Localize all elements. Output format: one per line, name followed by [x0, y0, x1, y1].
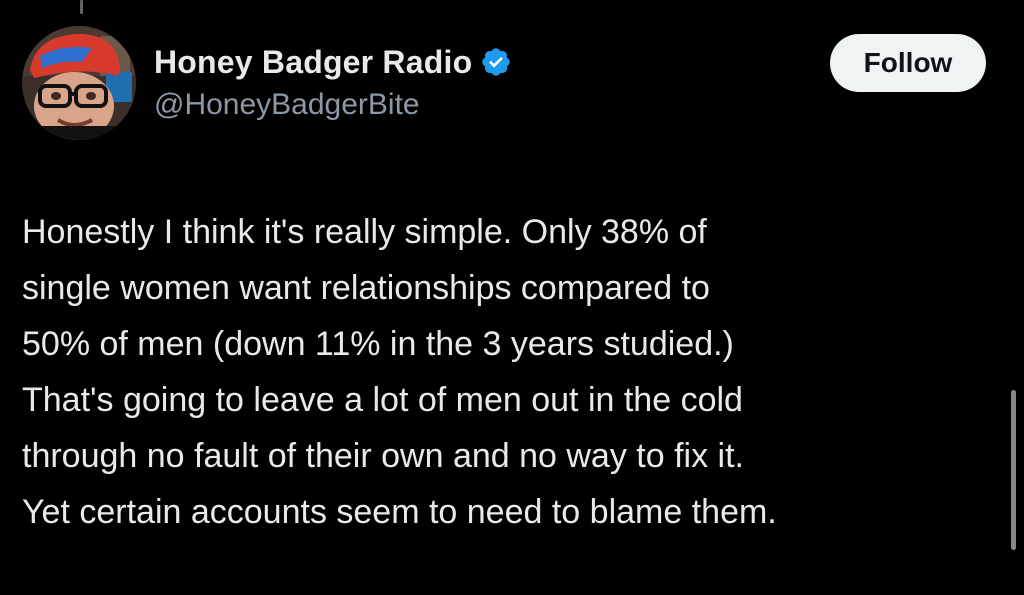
tweet-header: Honey Badger Radio @HoneyBadgerBite Foll… — [22, 26, 986, 146]
user-handle[interactable]: @HoneyBadgerBite — [154, 88, 512, 122]
tweet-text-line: That's going to leave a lot of men out i… — [22, 381, 743, 419]
tweet-text-line: 50% of men (down 11% in the 3 years stud… — [22, 325, 734, 363]
profile-photo-icon — [22, 26, 136, 140]
vertical-scrollbar[interactable] — [1011, 390, 1016, 550]
tweet-body: Honestly I think it's really simple. Onl… — [22, 204, 997, 540]
follow-button[interactable]: Follow — [830, 34, 986, 92]
avatar[interactable] — [22, 26, 136, 140]
thread-connector-line — [80, 0, 83, 14]
tweet-text-line: through no fault of their own and no way… — [22, 437, 744, 475]
author-names: Honey Badger Radio @HoneyBadgerBite — [154, 40, 512, 122]
verified-badge-icon — [482, 48, 510, 76]
tweet-text-line: single women want relationships compared… — [22, 269, 710, 307]
display-name-row: Honey Badger Radio — [154, 40, 512, 84]
tweet-text-line: Yet certain accounts seem to need to bla… — [22, 493, 777, 531]
tweet-text-line: Honestly I think it's really simple. Onl… — [22, 213, 707, 251]
display-name[interactable]: Honey Badger Radio — [154, 44, 472, 81]
